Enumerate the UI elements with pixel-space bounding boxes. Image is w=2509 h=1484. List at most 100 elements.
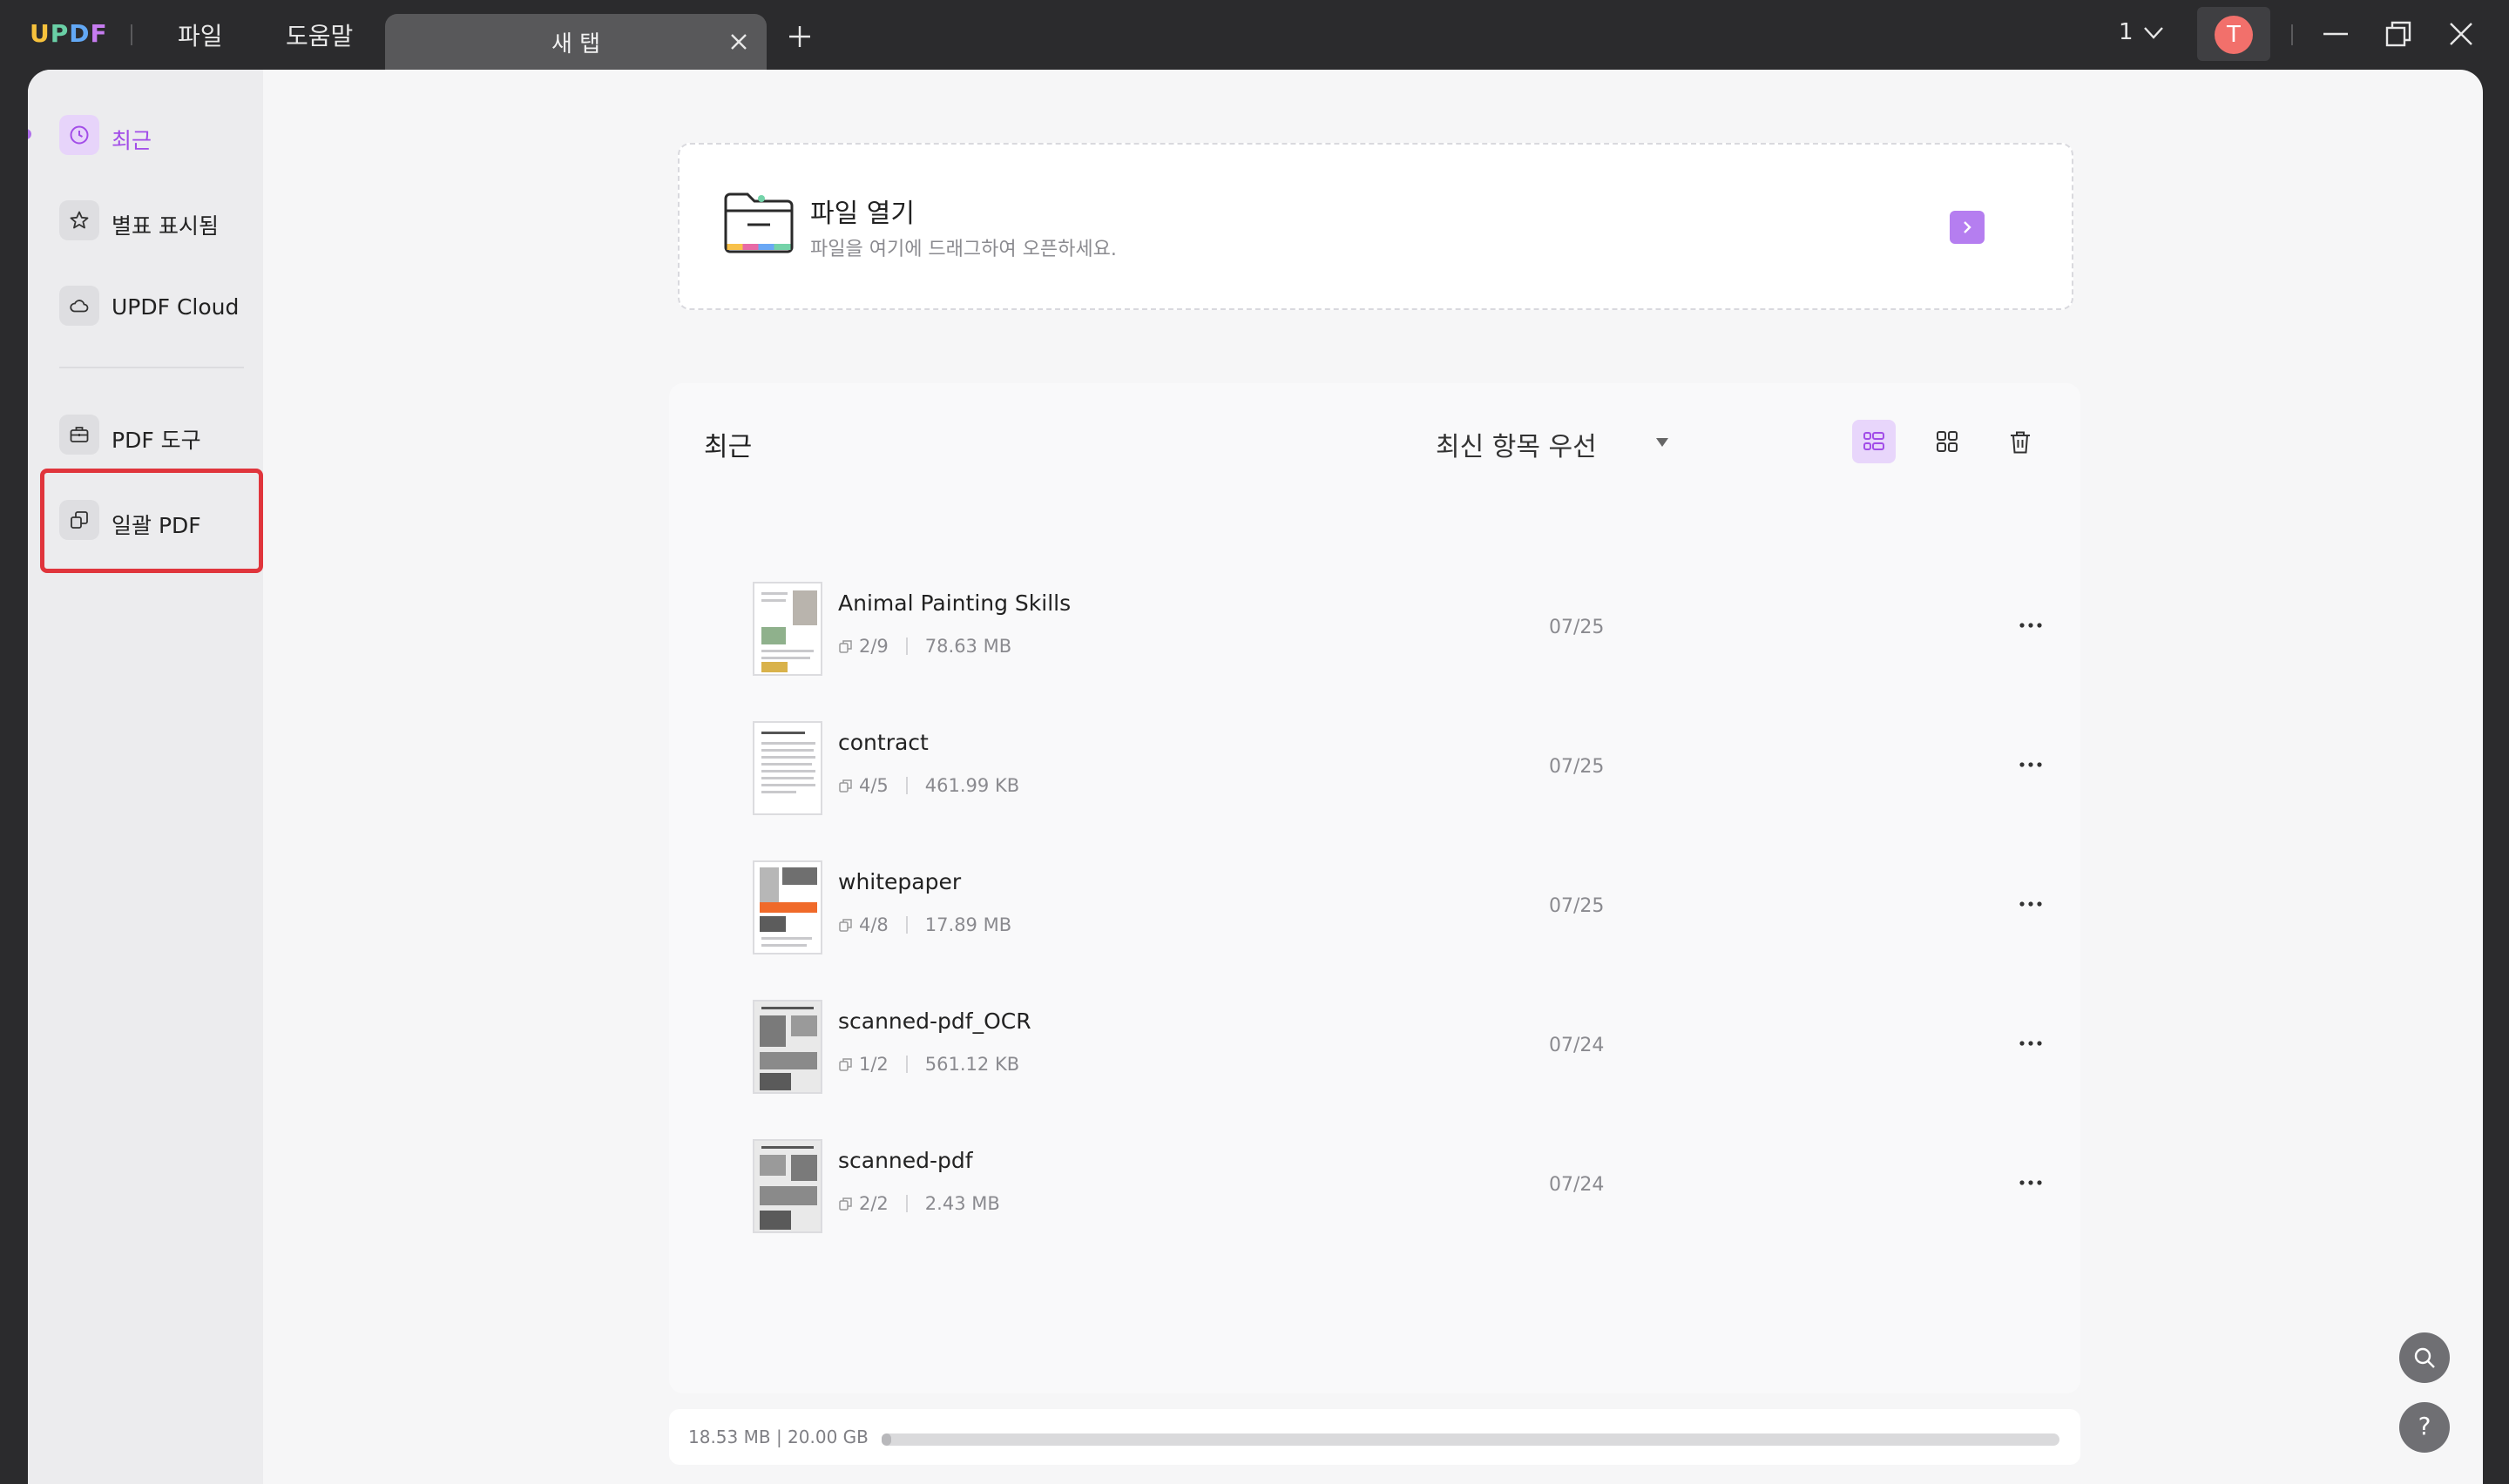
close-window-icon[interactable] xyxy=(2446,19,2476,49)
file-meta: 2/9 78.63 MB xyxy=(838,636,1011,657)
file-row[interactable]: scanned-pdf_OCR 1/2 561.12 KB 07/24 xyxy=(669,1000,2080,1139)
highlight-annotation xyxy=(40,469,263,573)
list-view-icon xyxy=(1863,432,1884,450)
file-pages: 4/8 xyxy=(859,914,889,935)
pages-icon xyxy=(839,779,852,793)
sidebar-item-recent[interactable]: 최근 xyxy=(59,111,251,160)
open-file-button[interactable] xyxy=(1950,211,1985,244)
file-size: 561.12 KB xyxy=(924,1054,1020,1075)
chevron-down-icon[interactable] xyxy=(2143,24,2164,42)
tab-label: 새 탭 xyxy=(551,31,601,57)
window-count[interactable]: 1 xyxy=(2119,19,2134,45)
avatar: T xyxy=(2215,16,2253,54)
delete-button[interactable] xyxy=(1998,420,2042,463)
title-divider xyxy=(131,24,132,45)
chevron-right-icon xyxy=(1964,221,1971,233)
account-button[interactable]: T xyxy=(2197,7,2270,61)
grid-view-icon xyxy=(1937,431,1958,452)
add-tab-icon[interactable] xyxy=(788,24,812,49)
sort-dropdown[interactable]: 최신 항목 우선 xyxy=(1436,425,1597,463)
toolbox-icon xyxy=(59,415,99,455)
sidebar-item-label: 별표 표시됨 xyxy=(112,213,219,239)
main-window: 최근 별표 표시됨 UPDF Cloud PDF 도구 일괄 PDF 파일 열기… xyxy=(28,70,2483,1484)
file-name: scanned-pdf_OCR xyxy=(838,1008,1031,1034)
file-meta: 1/2 561.12 KB xyxy=(838,1054,1019,1075)
more-icon[interactable] xyxy=(2018,895,2044,913)
pages-icon xyxy=(839,1197,852,1211)
file-meta: 4/5 461.99 KB xyxy=(838,775,1019,796)
file-thumbnail xyxy=(753,721,822,815)
close-tab-icon[interactable] xyxy=(727,30,751,54)
sidebar-item-label: UPDF Cloud xyxy=(112,294,240,320)
pages-icon xyxy=(839,919,852,932)
open-file-dropzone[interactable]: 파일 열기 파일을 여기에 드래그하여 오픈하세요. xyxy=(678,143,2073,310)
cloud-icon xyxy=(59,286,99,326)
file-meta: 4/8 17.89 MB xyxy=(838,914,1011,935)
file-date: 07/24 xyxy=(1549,1035,1605,1056)
menu-file[interactable]: 파일 xyxy=(178,17,223,52)
file-date: 07/25 xyxy=(1549,756,1605,778)
file-date: 07/24 xyxy=(1549,1174,1605,1196)
storage-progress-fill xyxy=(882,1433,891,1446)
sidebar-item-cloud[interactable]: UPDF Cloud xyxy=(59,282,251,331)
file-thumbnail xyxy=(753,582,822,676)
storage-usage-text: 18.53 MB | 20.00 GB xyxy=(688,1427,869,1447)
file-row[interactable]: Animal Painting Skills 2/9 78.63 MB 07/25 xyxy=(669,582,2080,721)
file-size: 2.43 MB xyxy=(924,1193,1000,1214)
file-date: 07/25 xyxy=(1549,617,1605,638)
title-divider xyxy=(2291,24,2293,45)
file-pages: 2/9 xyxy=(859,636,889,657)
sidebar-item-starred[interactable]: 별표 표시됨 xyxy=(59,197,251,246)
minimize-icon[interactable] xyxy=(2321,19,2350,49)
more-icon[interactable] xyxy=(2018,617,2044,634)
sidebar-item-label: 최근 xyxy=(112,128,152,153)
file-row[interactable]: whitepaper 4/8 17.89 MB 07/25 xyxy=(669,860,2080,1000)
more-icon[interactable] xyxy=(2018,1035,2044,1052)
search-button[interactable] xyxy=(2399,1332,2450,1383)
help-icon: ? xyxy=(2418,1412,2431,1440)
sidebar-divider xyxy=(59,367,244,368)
caret-down-icon[interactable] xyxy=(1655,437,1669,448)
file-name: whitepaper xyxy=(838,869,962,894)
restore-icon[interactable] xyxy=(2384,19,2413,49)
pages-icon xyxy=(839,1058,852,1071)
file-thumbnail xyxy=(753,1000,822,1094)
menu-help[interactable]: 도움말 xyxy=(286,17,353,52)
file-size: 17.89 MB xyxy=(924,914,1012,935)
file-size: 461.99 KB xyxy=(924,775,1020,796)
star-icon xyxy=(59,200,99,240)
file-size: 78.63 MB xyxy=(924,636,1012,657)
recent-title: 최근 xyxy=(704,432,753,462)
grid-view-button[interactable] xyxy=(1925,420,1969,463)
updf-logo[interactable]: UPDF xyxy=(30,19,108,48)
title-bar: UPDF 파일 도움말 새 탭 1 T xyxy=(0,0,2509,70)
storage-bar: 18.53 MB | 20.00 GB xyxy=(669,1409,2080,1465)
clock-icon xyxy=(59,115,99,155)
file-pages: 2/2 xyxy=(859,1193,889,1214)
file-row[interactable]: contract 4/5 461.99 KB 07/25 xyxy=(669,721,2080,860)
file-thumbnail xyxy=(753,1139,822,1233)
sidebar-item-label: PDF 도구 xyxy=(112,428,201,453)
sidebar: 최근 별표 표시됨 UPDF Cloud PDF 도구 일괄 PDF xyxy=(28,70,263,1484)
help-button[interactable]: ? xyxy=(2399,1402,2450,1453)
sidebar-item-pdf-tools[interactable]: PDF 도구 xyxy=(59,411,251,460)
file-meta: 2/2 2.43 MB xyxy=(838,1193,1000,1214)
file-pages: 4/5 xyxy=(859,775,889,796)
file-row[interactable]: scanned-pdf 2/2 2.43 MB 07/24 xyxy=(669,1139,2080,1278)
pages-icon xyxy=(839,640,852,653)
file-name: contract xyxy=(838,730,929,755)
search-icon xyxy=(2414,1347,2435,1368)
file-date: 07/25 xyxy=(1549,895,1605,917)
recent-files-panel: 최근 최신 항목 우선 Animal Painting Skills 2/9 7… xyxy=(669,383,2080,1393)
list-view-button[interactable] xyxy=(1852,420,1896,463)
more-icon[interactable] xyxy=(2018,1174,2044,1191)
storage-progress-track xyxy=(882,1433,2059,1446)
trash-icon xyxy=(2011,431,2030,454)
sidebar-collapse-handle[interactable] xyxy=(28,129,31,139)
file-name: scanned-pdf xyxy=(838,1148,973,1173)
file-thumbnail xyxy=(753,860,822,954)
file-name: Animal Painting Skills xyxy=(838,590,1072,616)
more-icon[interactable] xyxy=(2018,756,2044,773)
open-file-hint: 파일을 여기에 드래그하여 오픈하세요. xyxy=(810,239,1117,260)
tab-new[interactable]: 새 탭 xyxy=(385,14,767,70)
